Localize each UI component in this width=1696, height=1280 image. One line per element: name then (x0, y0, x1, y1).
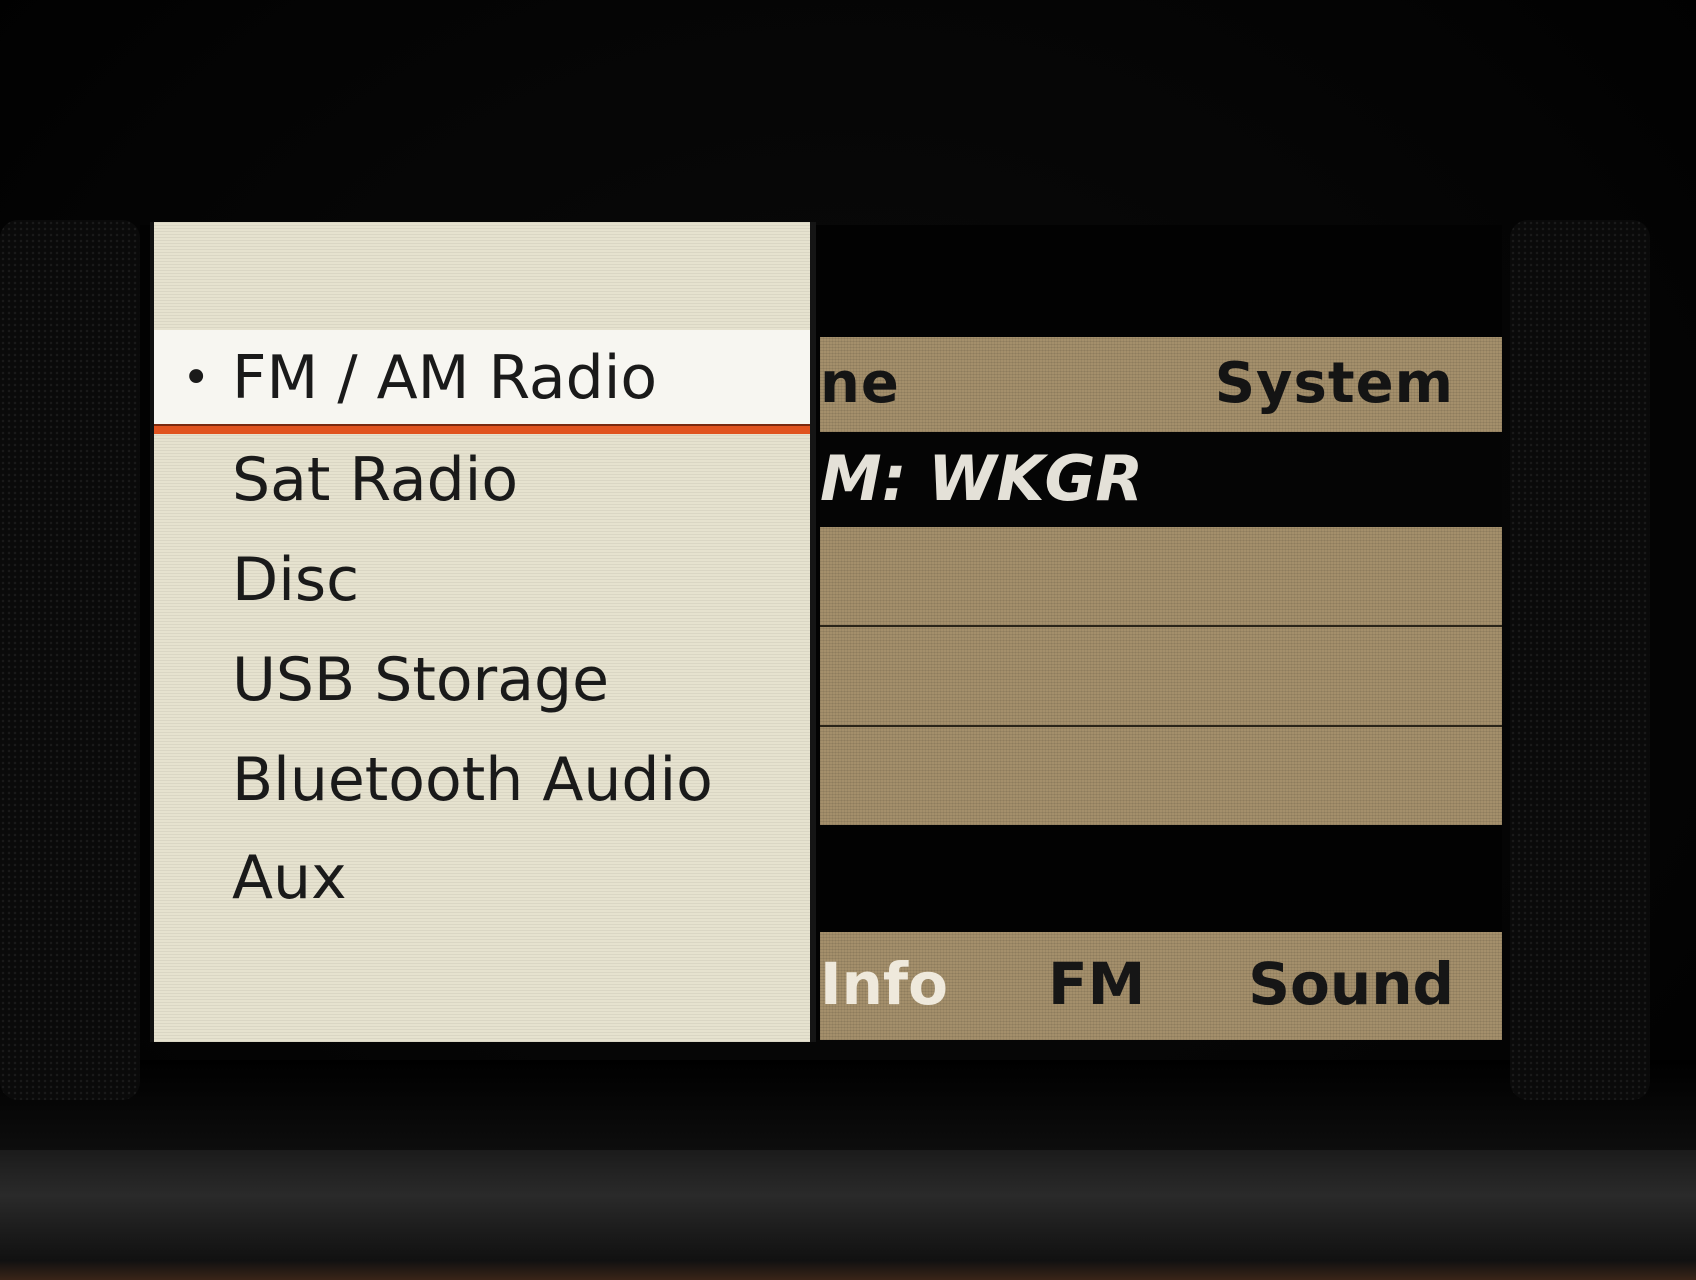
source-item-label: USB Storage (232, 645, 609, 715)
bottom-menu-item-sound[interactable]: Sound (1248, 950, 1454, 1018)
audio-source-menu: • FM / AM Radio Sat Radio Disc USB Stora… (150, 222, 816, 1042)
dashboard-trim (0, 1150, 1696, 1280)
bottom-menu-item-fm[interactable]: FM (1048, 950, 1145, 1018)
station-name: M: WKGR (820, 442, 1144, 515)
preset-row[interactable] (820, 627, 1502, 727)
source-item-label: FM / AM Radio (232, 343, 658, 413)
source-item-label: Sat Radio (232, 445, 519, 515)
source-item-label: Bluetooth Audio (232, 745, 713, 815)
preset-row[interactable] (820, 727, 1502, 825)
source-item-label: Disc (232, 545, 360, 615)
selected-bullet-icon: • (182, 350, 211, 406)
speaker-grille-left (0, 220, 140, 1100)
source-item-usb-storage[interactable]: USB Storage (154, 632, 810, 728)
station-row[interactable]: M: WKGR (820, 432, 1502, 527)
bottom-menu-item-info[interactable]: Info (820, 950, 948, 1018)
source-item-sat-radio[interactable]: Sat Radio (154, 432, 810, 528)
top-menu-item-system[interactable]: System (1215, 351, 1454, 416)
source-item-bluetooth-audio[interactable]: Bluetooth Audio (154, 732, 810, 828)
dashboard-trim-shadow (0, 1060, 1696, 1150)
source-item-label: Aux (232, 843, 347, 913)
top-menu-item-partial[interactable]: ne (820, 351, 900, 416)
source-item-fm-am-radio[interactable]: • FM / AM Radio (154, 330, 810, 434)
speaker-grille-right (1510, 220, 1650, 1100)
bottom-menu-bar: Info FM Sound (820, 932, 1502, 1040)
source-item-disc[interactable]: Disc (154, 532, 810, 628)
preset-row[interactable] (820, 527, 1502, 627)
source-item-aux[interactable]: Aux (154, 830, 810, 926)
top-menu-bar: ne System (820, 337, 1502, 432)
